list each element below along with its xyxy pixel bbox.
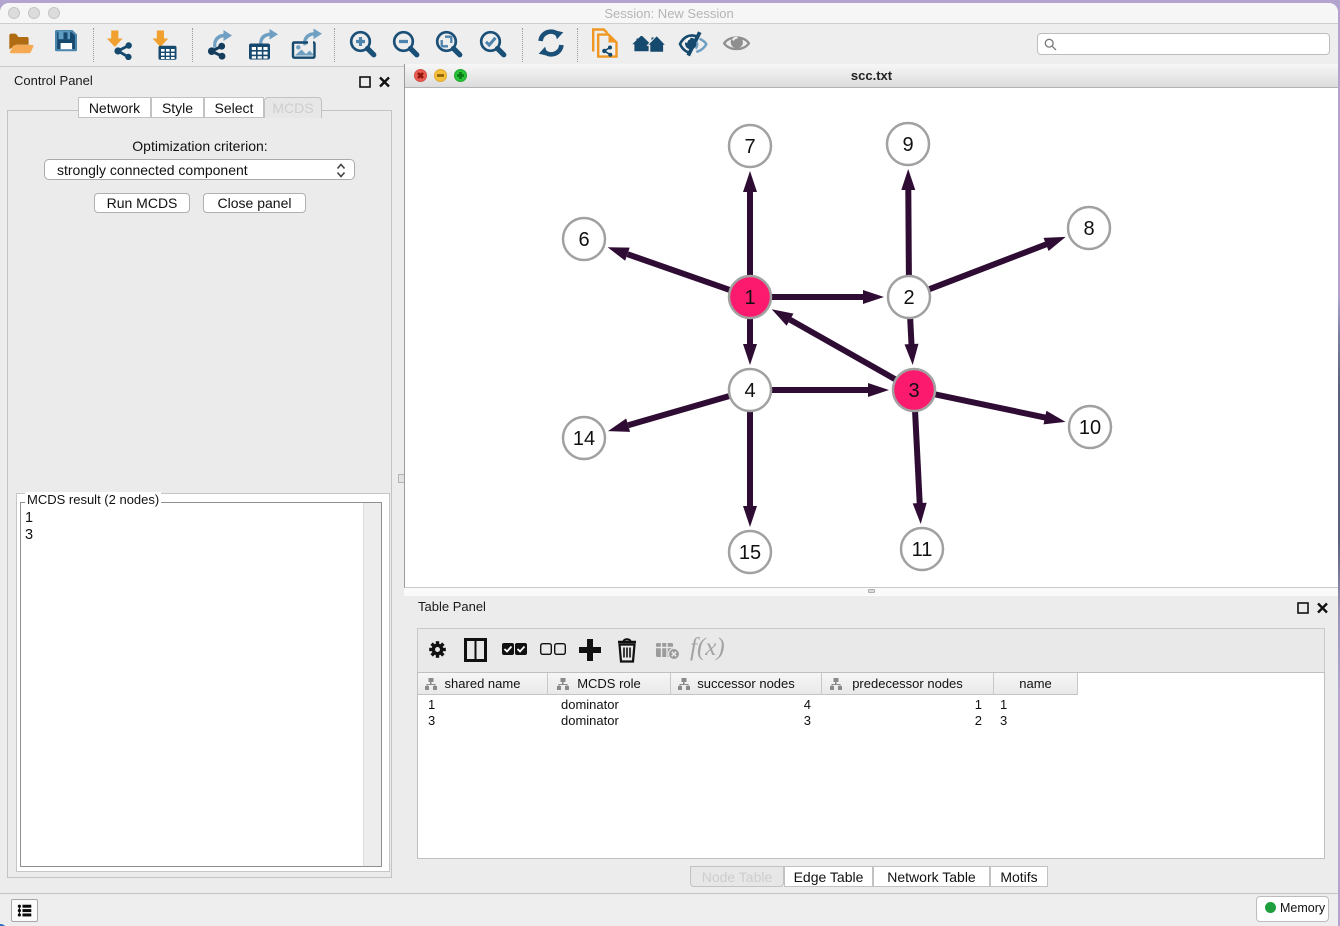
svg-text:15: 15 [739,542,761,564]
svg-text:10: 10 [1079,417,1101,439]
svg-text:4: 4 [744,380,755,402]
svg-text:8: 8 [1083,218,1094,240]
svg-text:11: 11 [912,539,933,561]
svg-text:9: 9 [902,134,913,156]
svg-text:7: 7 [744,136,755,158]
svg-text:14: 14 [573,428,595,450]
svg-text:3: 3 [908,380,919,402]
svg-text:6: 6 [578,229,589,251]
svg-text:2: 2 [903,287,914,309]
svg-text:1: 1 [744,287,755,309]
